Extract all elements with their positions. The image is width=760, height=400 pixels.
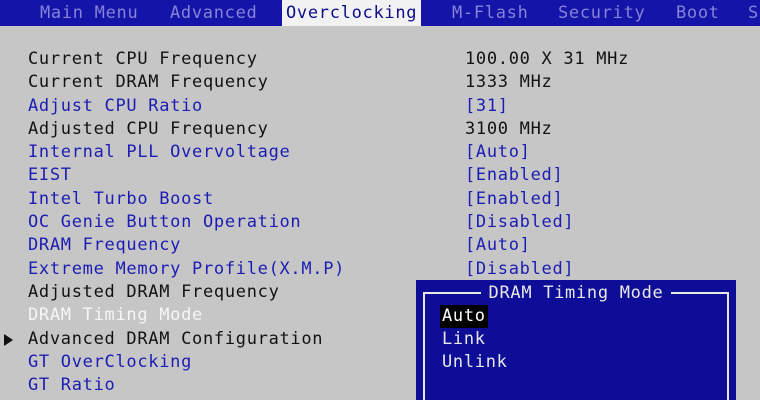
tab-main-menu[interactable]: Main Menu — [40, 0, 138, 26]
setting-value: 1333 MHz — [465, 72, 553, 92]
setting-value[interactable]: [Enabled] — [465, 164, 563, 187]
tab-boot[interactable]: Boot — [676, 0, 720, 26]
setting-label: Current DRAM Frequency — [28, 72, 269, 92]
setting-label: Extreme Memory Profile(X.M.P) — [28, 259, 346, 279]
setting-label: DRAM Frequency — [28, 235, 182, 255]
right-triangle-icon — [4, 334, 13, 346]
tab-advanced[interactable]: Advanced — [170, 0, 257, 26]
setting-label: GT OverClocking — [28, 352, 193, 372]
setting-label: Internal PLL Overvoltage — [28, 142, 291, 162]
tab-s[interactable]: S — [748, 0, 759, 26]
tab-m-flash[interactable]: M-Flash — [452, 0, 529, 26]
popup-option-link[interactable]: Link — [440, 328, 488, 351]
setting-label: OC Genie Button Operation — [28, 212, 302, 232]
setting-value: 3100 MHz — [465, 119, 553, 139]
setting-value[interactable]: [Enabled] — [465, 188, 563, 211]
popup-title: DRAM Timing Mode — [416, 283, 736, 303]
popup-option-unlink[interactable]: Unlink — [440, 351, 510, 374]
setting-label: Intel Turbo Boost — [28, 189, 214, 209]
tab-overclocking[interactable]: Overclocking — [282, 0, 422, 26]
setting-value[interactable]: [Auto] — [465, 141, 531, 164]
setting-label: Adjusted DRAM Frequency — [28, 282, 280, 302]
setting-label: Advanced DRAM Configuration — [28, 329, 324, 349]
setting-value[interactable]: [Disabled] — [465, 211, 574, 234]
popup-option-auto[interactable]: Auto — [440, 305, 488, 328]
setting-value[interactable]: [Disabled] — [465, 258, 574, 281]
setting-label: GT Ratio — [28, 375, 116, 395]
setting-label: Adjust CPU Ratio — [28, 96, 203, 116]
tab-security[interactable]: Security — [558, 0, 645, 26]
setting-label: Adjusted CPU Frequency — [28, 119, 269, 139]
setting-label: DRAM Timing Mode — [28, 305, 203, 325]
popup-title-text: DRAM Timing Mode — [480, 283, 672, 303]
setting-label: Current CPU Frequency — [28, 49, 258, 69]
setting-value: 100.00 X 31 MHz — [465, 49, 630, 69]
setting-label: EIST — [28, 165, 72, 185]
dram-timing-mode-popup: DRAM Timing Mode Auto Link Unlink — [416, 280, 736, 400]
setting-value[interactable]: [Auto] — [465, 234, 531, 257]
menu-bar: Main Menu Advanced Overclocking M-Flash … — [0, 0, 760, 28]
setting-value[interactable]: [31] — [465, 95, 509, 118]
